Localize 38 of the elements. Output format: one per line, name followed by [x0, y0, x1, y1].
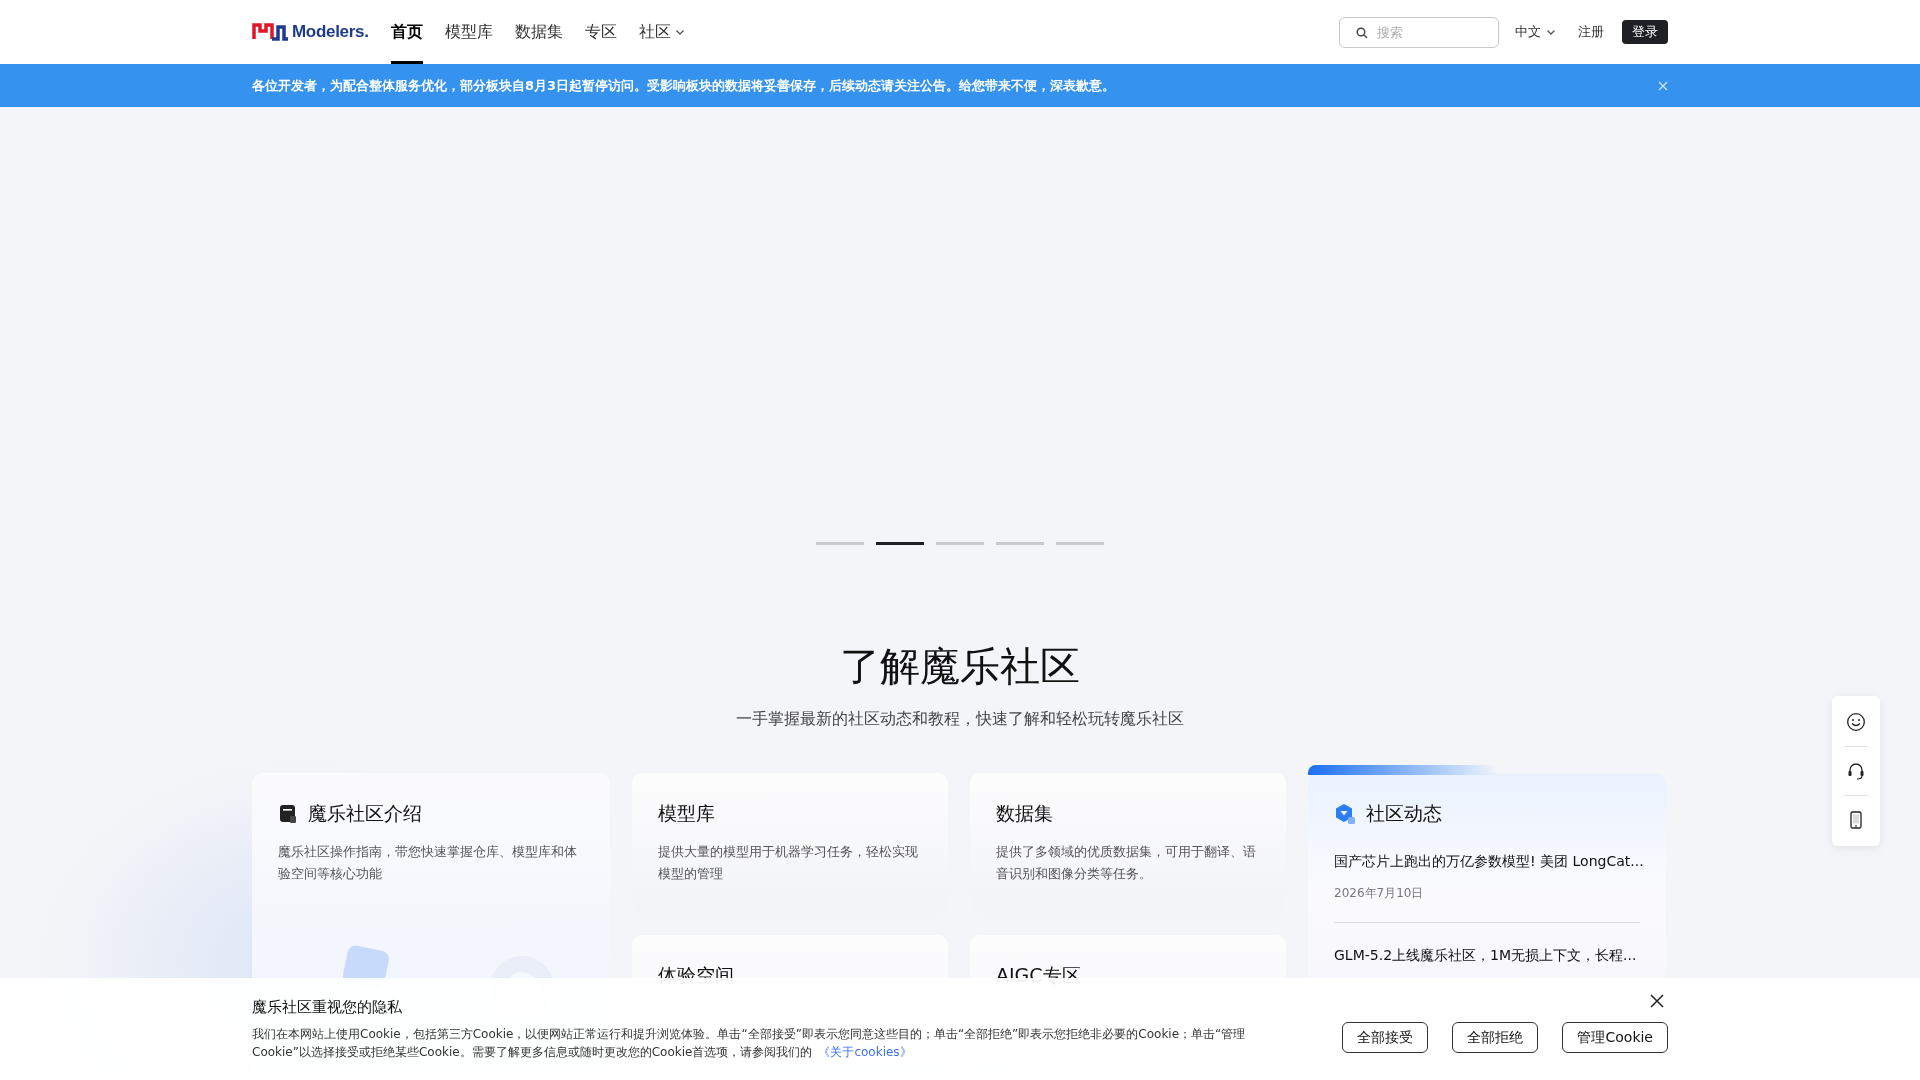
card-title: 模型库 [658, 801, 715, 826]
notice-text: 各位开发者，为配合整体服务优化，部分板块自8月3日起暂停访问。受影响板块的数据将妥善保存，后续动态请关注公告。给您带来不便，深表歉意。 [252, 76, 1116, 95]
language-select[interactable]: 中文 [1515, 23, 1556, 41]
nav-tab[interactable]: 模型库 [444, 0, 493, 64]
card-description: 提供大量的模型用于机器学习任务，轻松实现模型的管理 [658, 843, 919, 883]
search-icon [1356, 26, 1368, 39]
news-link[interactable]: GLM-5.2上线魔乐社区，1M无损上下文，长程... [1334, 947, 1640, 965]
close-button[interactable] [1650, 994, 1664, 1008]
search-field[interactable]: 搜索 [1339, 16, 1499, 48]
card-description: 提供了多领域的优质数据集，可用于翻译、语音识别和图像分类等任务。 [996, 843, 1257, 883]
card-title: 社区动态 [1366, 801, 1442, 826]
caret-icon [1546, 27, 1556, 37]
close-icon [1658, 80, 1668, 91]
login-button[interactable]: 登录 [1622, 20, 1668, 44]
card-title: 体验空间 [658, 963, 734, 988]
book-icon [278, 804, 298, 824]
cookie-button[interactable]: 全部接受 [1342, 1022, 1429, 1053]
section-subtitle: 一手掌握最新的社区动态和教程，快速了解和轻松玩转魔乐社区 [736, 708, 1184, 730]
section-title: 了解魔乐社区 [840, 642, 1080, 691]
card-title: AIGC专区 [996, 963, 1081, 988]
cookie-policy-link[interactable]: 《关于cookies》 [818, 1045, 912, 1059]
cookie-title: 魔乐社区重视您的隐私 [252, 998, 402, 1017]
close-icon [1650, 994, 1664, 1008]
headset-icon[interactable] [1846, 761, 1866, 781]
card-title: 数据集 [996, 801, 1053, 826]
card-title: 魔乐社区介绍 [308, 801, 422, 826]
logo-text[interactable]: Modelers. [292, 22, 369, 42]
card-description: 魔乐社区操作指南，带您快速掌握仓库、模型库和体验空间等核心功能 [278, 843, 578, 883]
nav-tab[interactable]: 数据集 [514, 0, 563, 64]
smile-icon[interactable] [1846, 712, 1866, 732]
logo-icon [252, 21, 290, 43]
nav-tab[interactable]: 专区 [584, 0, 617, 64]
register-link[interactable]: 注册 [1578, 23, 1604, 41]
cookie-button[interactable]: 全部拒绝 [1452, 1022, 1539, 1053]
hexagon-icon [1334, 803, 1356, 825]
cookie-button[interactable]: 管理Cookie [1562, 1022, 1668, 1053]
nav-tab[interactable]: 社区 [638, 0, 685, 64]
news-date: 2026年7月10日 [1334, 885, 1425, 902]
